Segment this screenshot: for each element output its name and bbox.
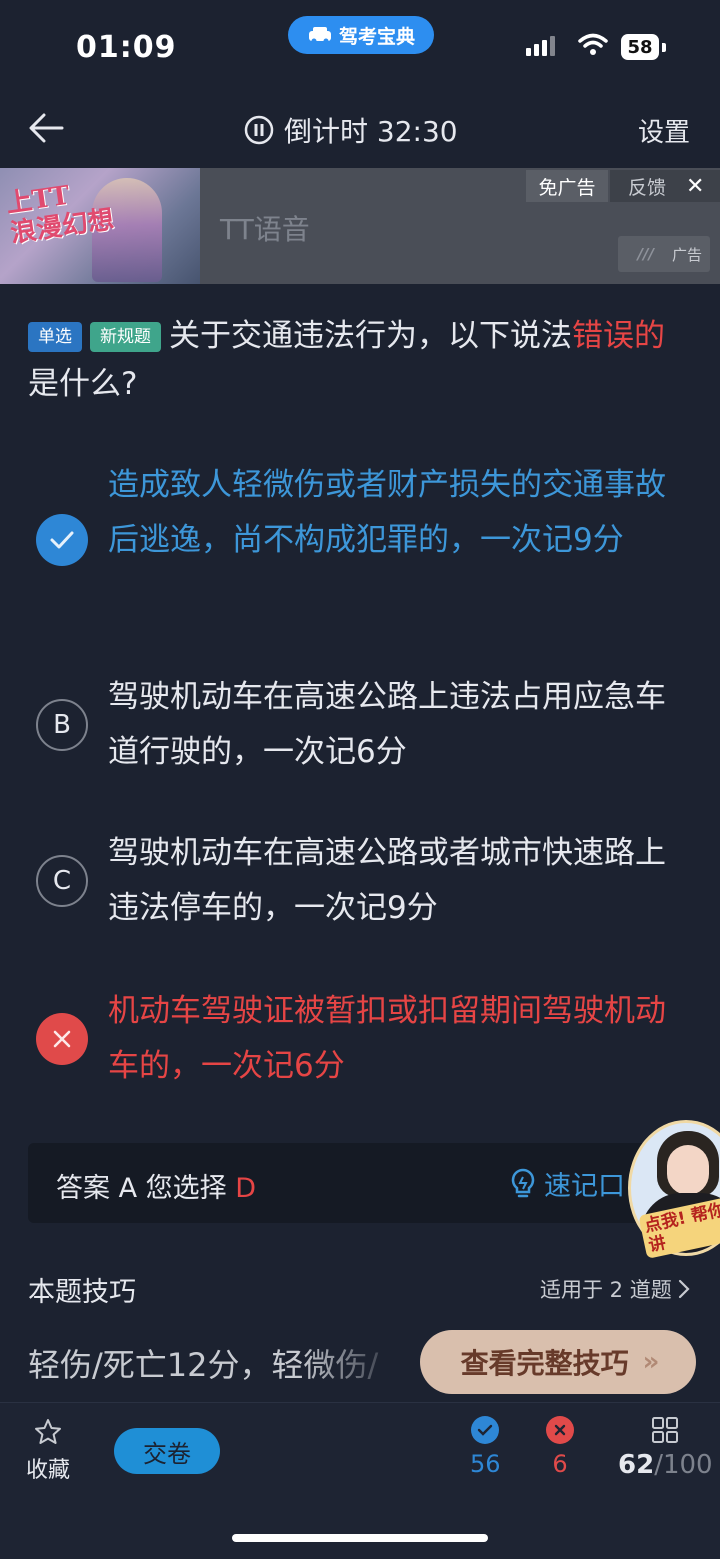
option-b[interactable]: B 驾驶机动车在高速公路上违法占用应急车道行驶的，一次记6分 (36, 670, 676, 780)
option-a[interactable]: 造成致人轻微伤或者财产损失的交通事故后逃逸，尚不构成犯罪的，一次记9分 (36, 458, 676, 624)
double-chevron-icon: » (642, 1347, 660, 1377)
battery-indicator: 58 (621, 34, 659, 60)
ad-tag-text: 广告 (671, 245, 702, 264)
close-icon[interactable]: ✕ (686, 174, 704, 199)
ad-feedback-bar[interactable]: 反馈 ✕ (610, 170, 720, 202)
progress-total: /100 (654, 1450, 713, 1480)
settings-button[interactable]: 设置 (638, 112, 690, 149)
wrong-count: 6 (552, 1450, 568, 1478)
question-text: 单选 新规题 关于交通违法行为，以下说法错误的是什么? (28, 312, 688, 408)
view-full-tips-button[interactable]: 查看完整技巧 » (420, 1330, 696, 1394)
option-b-letter: B (36, 699, 88, 751)
ad-artwork: 上TT 浪漫幻想 (0, 168, 200, 284)
chosen-answer: D (235, 1173, 257, 1204)
progress-counter: 62/100 (618, 1450, 713, 1480)
tips-applies-link[interactable]: 适用于 2 道题 (540, 1274, 690, 1304)
progress-current: 62 (618, 1450, 655, 1480)
cross-icon (36, 1013, 88, 1065)
correct-check-icon (471, 1416, 500, 1444)
ad-feedback-button[interactable]: 反馈 (628, 173, 666, 200)
option-c-letter: C (36, 855, 88, 907)
app-indicator-pill[interactable]: 驾考宝典 (288, 16, 434, 54)
battery-tip (662, 43, 666, 52)
option-d-text: 机动车驾驶证被暂扣或扣留期间驾驶机动车的，一次记6分 (108, 993, 666, 1084)
option-d[interactable]: 机动车驾驶证被暂扣或扣留期间驾驶机动车的，一次记6分 (36, 984, 676, 1094)
app-name: 驾考宝典 (338, 25, 415, 48)
submit-exam-button[interactable]: 交卷 (114, 1428, 220, 1474)
new-rule-tag: 新规题 (90, 322, 161, 352)
option-b-text: 驾驶机动车在高速公路上违法占用应急车道行驶的，一次记6分 (108, 679, 666, 770)
question-highlight: 错误的 (572, 318, 665, 354)
tips-fade-overlay (300, 1334, 440, 1390)
favorite-label: 收藏 (26, 1458, 71, 1483)
countdown-timer[interactable]: 倒计时 32:30 (244, 110, 458, 150)
status-time: 01:09 (76, 30, 177, 65)
home-indicator[interactable] (232, 1534, 488, 1542)
correct-count-stat: 56 (470, 1416, 501, 1478)
answer-label: 答案 A 您选择 (56, 1173, 227, 1204)
tips-title: 本题技巧 (28, 1277, 136, 1308)
quick-memory-label: 速记口 (544, 1171, 625, 1202)
single-choice-tag: 单选 (28, 322, 82, 352)
tips-applies-text: 适用于 2 道题 (540, 1278, 672, 1302)
ad-title: TT语音 (220, 213, 310, 246)
star-icon (35, 1419, 61, 1444)
wrong-count-stat: 6 (546, 1416, 574, 1478)
timer-label: 倒计时 32:30 (284, 115, 458, 148)
car-icon (308, 27, 331, 44)
remove-ads-button[interactable]: 免广告 (526, 170, 608, 202)
wrong-cross-icon (546, 1416, 574, 1444)
check-icon (36, 514, 88, 566)
favorite-button[interactable]: 收藏 (26, 1418, 70, 1484)
option-c-text: 驾驶机动车在高速公路或者城市快速路上违法停车的，一次记9分 (108, 835, 666, 926)
pause-icon (244, 115, 274, 145)
ad-brand-icon: /// (637, 245, 654, 263)
chevron-right-icon (678, 1279, 690, 1299)
grid-icon (652, 1417, 679, 1443)
view-full-tips-label: 查看完整技巧 (460, 1347, 629, 1380)
option-c[interactable]: C 驾驶机动车在高速公路或者城市快速路上违法停车的，一次记9分 (36, 826, 676, 936)
ad-label-badge: /// 广告 (618, 236, 710, 272)
option-a-text: 造成致人轻微伤或者财产损失的交通事故后逃逸，尚不构成犯罪的，一次记9分 (108, 467, 666, 558)
question-progress-button[interactable]: 62/100 (618, 1416, 713, 1480)
wifi-icon (578, 33, 608, 55)
question-body-2: 是什么? (28, 366, 138, 402)
back-arrow-icon[interactable] (26, 108, 66, 148)
question-body-1: 关于交通违法行为，以下说法 (169, 318, 572, 354)
correct-count: 56 (470, 1450, 501, 1478)
answer-summary: 答案 A 您选择 D (56, 1166, 256, 1205)
cellular-signal-icon (526, 36, 555, 56)
lightbulb-icon (511, 1168, 535, 1197)
quick-memory-button[interactable]: 速记口 (510, 1164, 625, 1203)
